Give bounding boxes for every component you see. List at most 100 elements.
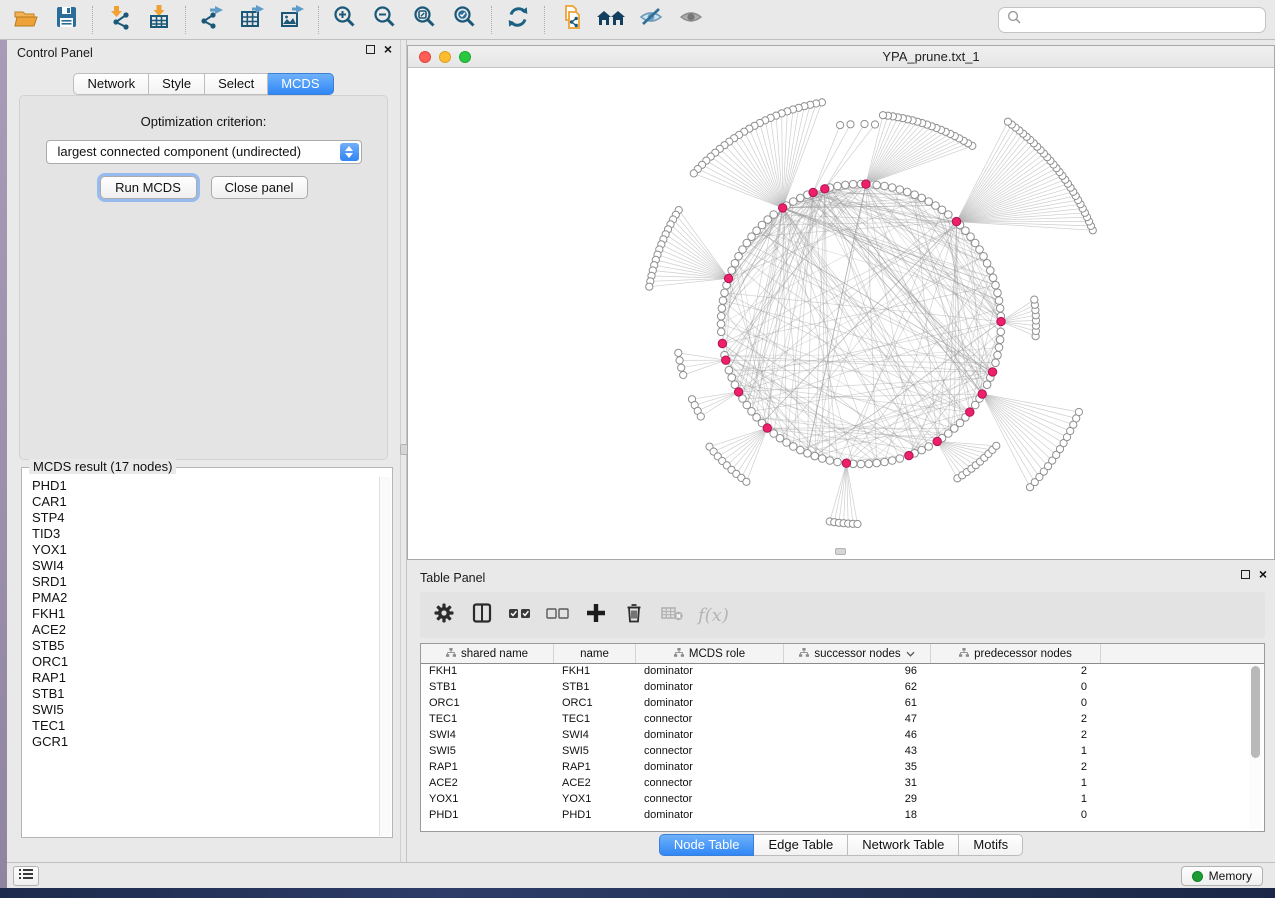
cell-shared_name: SWI4 bbox=[421, 728, 554, 744]
table-row[interactable]: ACE2ACE2connector311 bbox=[421, 776, 1264, 792]
import-table-icon bbox=[146, 4, 172, 35]
cell-successor_nodes: 47 bbox=[784, 712, 931, 728]
mcds-result-item[interactable]: RAP1 bbox=[32, 670, 379, 686]
open-file-button[interactable] bbox=[6, 4, 46, 36]
column-header-shared-name[interactable]: shared name bbox=[421, 644, 554, 663]
tab-node-table[interactable]: Node Table bbox=[659, 834, 755, 856]
mcds-result-item[interactable]: SWI5 bbox=[32, 702, 379, 718]
show-all-button[interactable] bbox=[671, 4, 711, 36]
cell-mcds_role: connector bbox=[636, 744, 784, 760]
table-row[interactable]: FKH1FKH1dominator962 bbox=[421, 664, 1264, 680]
mcds-result-scrollbar[interactable] bbox=[379, 477, 391, 836]
table-row[interactable]: SWI4SWI4dominator462 bbox=[421, 728, 1264, 744]
clone-network-button[interactable] bbox=[551, 4, 591, 36]
table-row[interactable]: RAP1RAP1dominator352 bbox=[421, 760, 1264, 776]
column-header-successor-nodes[interactable]: successor nodes bbox=[784, 644, 931, 663]
memory-button[interactable]: Memory bbox=[1181, 866, 1263, 886]
search-input[interactable] bbox=[1027, 13, 1265, 27]
network-canvas[interactable] bbox=[408, 68, 1274, 559]
cell-name: TEC1 bbox=[554, 712, 636, 728]
hide-selected-button[interactable] bbox=[631, 4, 671, 36]
table-scrollbar[interactable] bbox=[1249, 665, 1262, 829]
export-network-button[interactable] bbox=[192, 4, 232, 36]
tab-network-table[interactable]: Network Table bbox=[848, 834, 959, 856]
table-row[interactable]: ORC1ORC1dominator610 bbox=[421, 696, 1264, 712]
export-image-button[interactable] bbox=[272, 4, 312, 36]
table-row[interactable]: PHD1PHD1dominator180 bbox=[421, 808, 1264, 824]
zoom-fit-button[interactable] bbox=[405, 4, 445, 36]
column-header-MCDS-role[interactable]: MCDS role bbox=[636, 644, 784, 663]
mcds-result-item[interactable]: SRD1 bbox=[32, 574, 379, 590]
select-all-button[interactable] bbox=[508, 603, 532, 627]
zoom-out-icon bbox=[372, 4, 398, 35]
mcds-result-item[interactable]: FKH1 bbox=[32, 606, 379, 622]
table-settings-button[interactable] bbox=[432, 603, 456, 627]
cell-successor_nodes: 35 bbox=[784, 760, 931, 776]
tab-mcds[interactable]: MCDS bbox=[268, 73, 333, 95]
network-titlebar[interactable]: YPA_prune.txt_1 bbox=[408, 46, 1274, 68]
tab-select[interactable]: Select bbox=[205, 73, 268, 95]
add-column-button[interactable] bbox=[584, 603, 608, 627]
vertical-splitter[interactable] bbox=[400, 40, 407, 862]
mcds-result-item[interactable]: PMA2 bbox=[32, 590, 379, 606]
tab-motifs[interactable]: Motifs bbox=[959, 834, 1023, 856]
cell-predecessor_nodes: 0 bbox=[931, 808, 1101, 824]
tab-edge-table[interactable]: Edge Table bbox=[754, 834, 848, 856]
horizontal-splitter-handle[interactable] bbox=[835, 548, 846, 555]
optimization-criterion-dropdown[interactable]: largest connected component (undirected) bbox=[46, 140, 362, 164]
search-box[interactable] bbox=[998, 7, 1266, 33]
import-network-button[interactable] bbox=[99, 4, 139, 36]
zoom-selected-button[interactable] bbox=[445, 4, 485, 36]
mcds-result-item[interactable]: TID3 bbox=[32, 526, 379, 542]
mcds-result-item[interactable]: GCR1 bbox=[32, 734, 379, 750]
mcds-result-item[interactable]: CAR1 bbox=[32, 494, 379, 510]
first-neighbors-button[interactable] bbox=[591, 4, 631, 36]
close-panel-button[interactable]: Close panel bbox=[211, 176, 308, 199]
export-table-button[interactable] bbox=[232, 4, 272, 36]
column-header-name[interactable]: name bbox=[554, 644, 636, 663]
mcds-result-item[interactable]: TEC1 bbox=[32, 718, 379, 734]
main-area: Control Panel × NetworkStyleSelectMCDS O… bbox=[7, 40, 1275, 862]
column-header-predecessor-nodes[interactable]: predecessor nodes bbox=[931, 644, 1101, 663]
float-panel-icon[interactable] bbox=[366, 45, 375, 54]
cell-shared_name: FKH1 bbox=[421, 664, 554, 680]
mcds-result-item[interactable]: SWI4 bbox=[32, 558, 379, 574]
node-table[interactable]: shared namenameMCDS rolesuccessor nodesp… bbox=[420, 643, 1265, 832]
zoom-out-button[interactable] bbox=[365, 4, 405, 36]
cell-shared_name: TEC1 bbox=[421, 712, 554, 728]
table-panel: Table Panel × bbox=[407, 565, 1275, 862]
run-mcds-button[interactable]: Run MCDS bbox=[100, 176, 197, 199]
table-row[interactable]: YOX1YOX1connector291 bbox=[421, 792, 1264, 808]
cell-name: ACE2 bbox=[554, 776, 636, 792]
delete-table-button[interactable] bbox=[660, 603, 684, 627]
sort-icon bbox=[906, 648, 915, 660]
close-panel-icon[interactable]: × bbox=[384, 45, 392, 54]
mcds-result-item[interactable]: PHD1 bbox=[32, 478, 379, 494]
tab-network[interactable]: Network bbox=[73, 73, 149, 95]
show-hide-columns-button[interactable] bbox=[470, 603, 494, 627]
zoom-in-button[interactable] bbox=[325, 4, 365, 36]
deselect-all-button[interactable] bbox=[546, 603, 570, 627]
mcds-result-item[interactable]: ACE2 bbox=[32, 622, 379, 638]
mcds-result-item[interactable]: STB1 bbox=[32, 686, 379, 702]
function-builder-button[interactable]: f(x) bbox=[698, 603, 729, 627]
mcds-result-list[interactable]: PHD1CAR1STP4TID3YOX1SWI4SRD1PMA2FKH1ACE2… bbox=[22, 475, 379, 836]
mcds-result-item[interactable]: ORC1 bbox=[32, 654, 379, 670]
table-row[interactable]: SWI5SWI5connector431 bbox=[421, 744, 1264, 760]
tab-style[interactable]: Style bbox=[149, 73, 205, 95]
mcds-result-item[interactable]: STB5 bbox=[32, 638, 379, 654]
delete-column-button[interactable] bbox=[622, 603, 646, 627]
import-table-button[interactable] bbox=[139, 4, 179, 36]
close-panel-icon[interactable]: × bbox=[1259, 570, 1267, 579]
task-history-button[interactable] bbox=[13, 866, 39, 886]
table-row[interactable]: TEC1TEC1connector472 bbox=[421, 712, 1264, 728]
right-column: YPA_prune.txt_1 Table Panel × bbox=[407, 40, 1275, 862]
table-scrollbar-thumb[interactable] bbox=[1251, 666, 1260, 758]
mcds-result-item[interactable]: STP4 bbox=[32, 510, 379, 526]
float-panel-icon[interactable] bbox=[1241, 570, 1250, 579]
cell-mcds_role: dominator bbox=[636, 760, 784, 776]
table-row[interactable]: STB1STB1dominator620 bbox=[421, 680, 1264, 696]
mcds-result-item[interactable]: YOX1 bbox=[32, 542, 379, 558]
refresh-button[interactable] bbox=[498, 4, 538, 36]
save-session-button[interactable] bbox=[46, 4, 86, 36]
